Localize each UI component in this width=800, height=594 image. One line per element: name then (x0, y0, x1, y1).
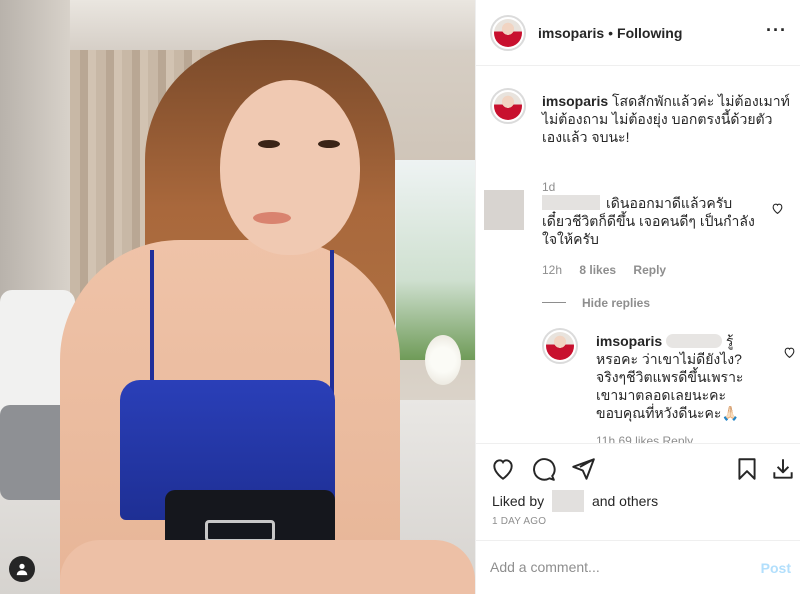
header-username[interactable]: imsoparis (538, 25, 604, 41)
comment-time[interactable]: 12h (542, 263, 562, 277)
action-bar (490, 456, 793, 486)
photo-flowers (425, 335, 461, 385)
liked-by-suffix[interactable]: and others (592, 493, 658, 509)
likes-summary: Liked by and others (492, 490, 658, 512)
avatar[interactable] (484, 190, 524, 230)
photo-legs (60, 540, 475, 594)
post-comment-button[interactable]: Post (761, 560, 791, 576)
reply-meta: 11h 69 likes Reply (596, 434, 694, 444)
avatar[interactable] (542, 328, 578, 364)
following-button[interactable]: Following (617, 25, 682, 41)
heart-icon[interactable] (490, 456, 516, 482)
header-separator: • (608, 24, 614, 41)
photo-strap-right (330, 250, 334, 400)
comment-input[interactable] (490, 555, 740, 579)
share-icon[interactable] (570, 456, 596, 482)
reply-username[interactable]: imsoparis (596, 333, 662, 349)
hide-replies-button[interactable]: Hide replies (542, 296, 650, 310)
caption-text: imsoparis โสดสักพักแล้วค่ะ ไม่ต้องเมาท์ … (542, 92, 792, 146)
reply-button[interactable]: Reply (633, 263, 666, 277)
photo-strap-left (150, 250, 154, 400)
photo-eye-right (318, 140, 340, 148)
photo-eye-left (258, 140, 280, 148)
comment-username[interactable] (542, 195, 600, 210)
caption-username[interactable]: imsoparis (542, 93, 608, 109)
avatar[interactable] (490, 88, 526, 124)
more-options-icon[interactable]: ··· (766, 20, 787, 41)
download-icon[interactable] (770, 456, 796, 482)
reply-text: imsoparis รู้หรอคะ ว่าเขาไม่ดียังไง? จริ… (596, 332, 746, 422)
hide-replies-label: Hide replies (582, 296, 651, 310)
post-photo[interactable] (0, 0, 475, 594)
photo-window (390, 160, 475, 360)
liked-by-prefix: Liked by (492, 493, 545, 509)
comments-section[interactable]: imsoparis โสดสักพักแล้วค่ะ ไม่ต้องเมาท์ … (476, 66, 800, 444)
mention-link[interactable] (666, 334, 723, 348)
post-header: imsoparis • Following ··· (476, 0, 800, 66)
photo-belt (205, 520, 275, 542)
liker-username[interactable] (552, 490, 585, 512)
photo-lips (253, 212, 291, 224)
avatar[interactable] (490, 14, 526, 51)
post-details-panel: imsoparis • Following ··· imsoparis โสดส… (475, 0, 800, 594)
comment-likes[interactable]: 8 likes (579, 263, 616, 277)
add-comment-bar: Post (476, 540, 800, 594)
caption-time[interactable]: 1d (542, 180, 555, 194)
user-tag-icon[interactable] (9, 556, 35, 582)
post-date[interactable]: 1 DAY AGO (492, 516, 546, 527)
comment-icon[interactable] (530, 456, 556, 482)
divider (542, 302, 566, 303)
comment-text: เดินออกมาดีแล้วครับ เดี๋ยวชีวิตก็ดีขึ้น … (542, 194, 757, 248)
heart-icon[interactable] (783, 346, 796, 359)
comment-meta: 12h 8 likes Reply (542, 263, 680, 277)
photo-face (220, 80, 360, 255)
bookmark-icon[interactable] (734, 456, 760, 482)
heart-icon[interactable] (771, 202, 784, 215)
